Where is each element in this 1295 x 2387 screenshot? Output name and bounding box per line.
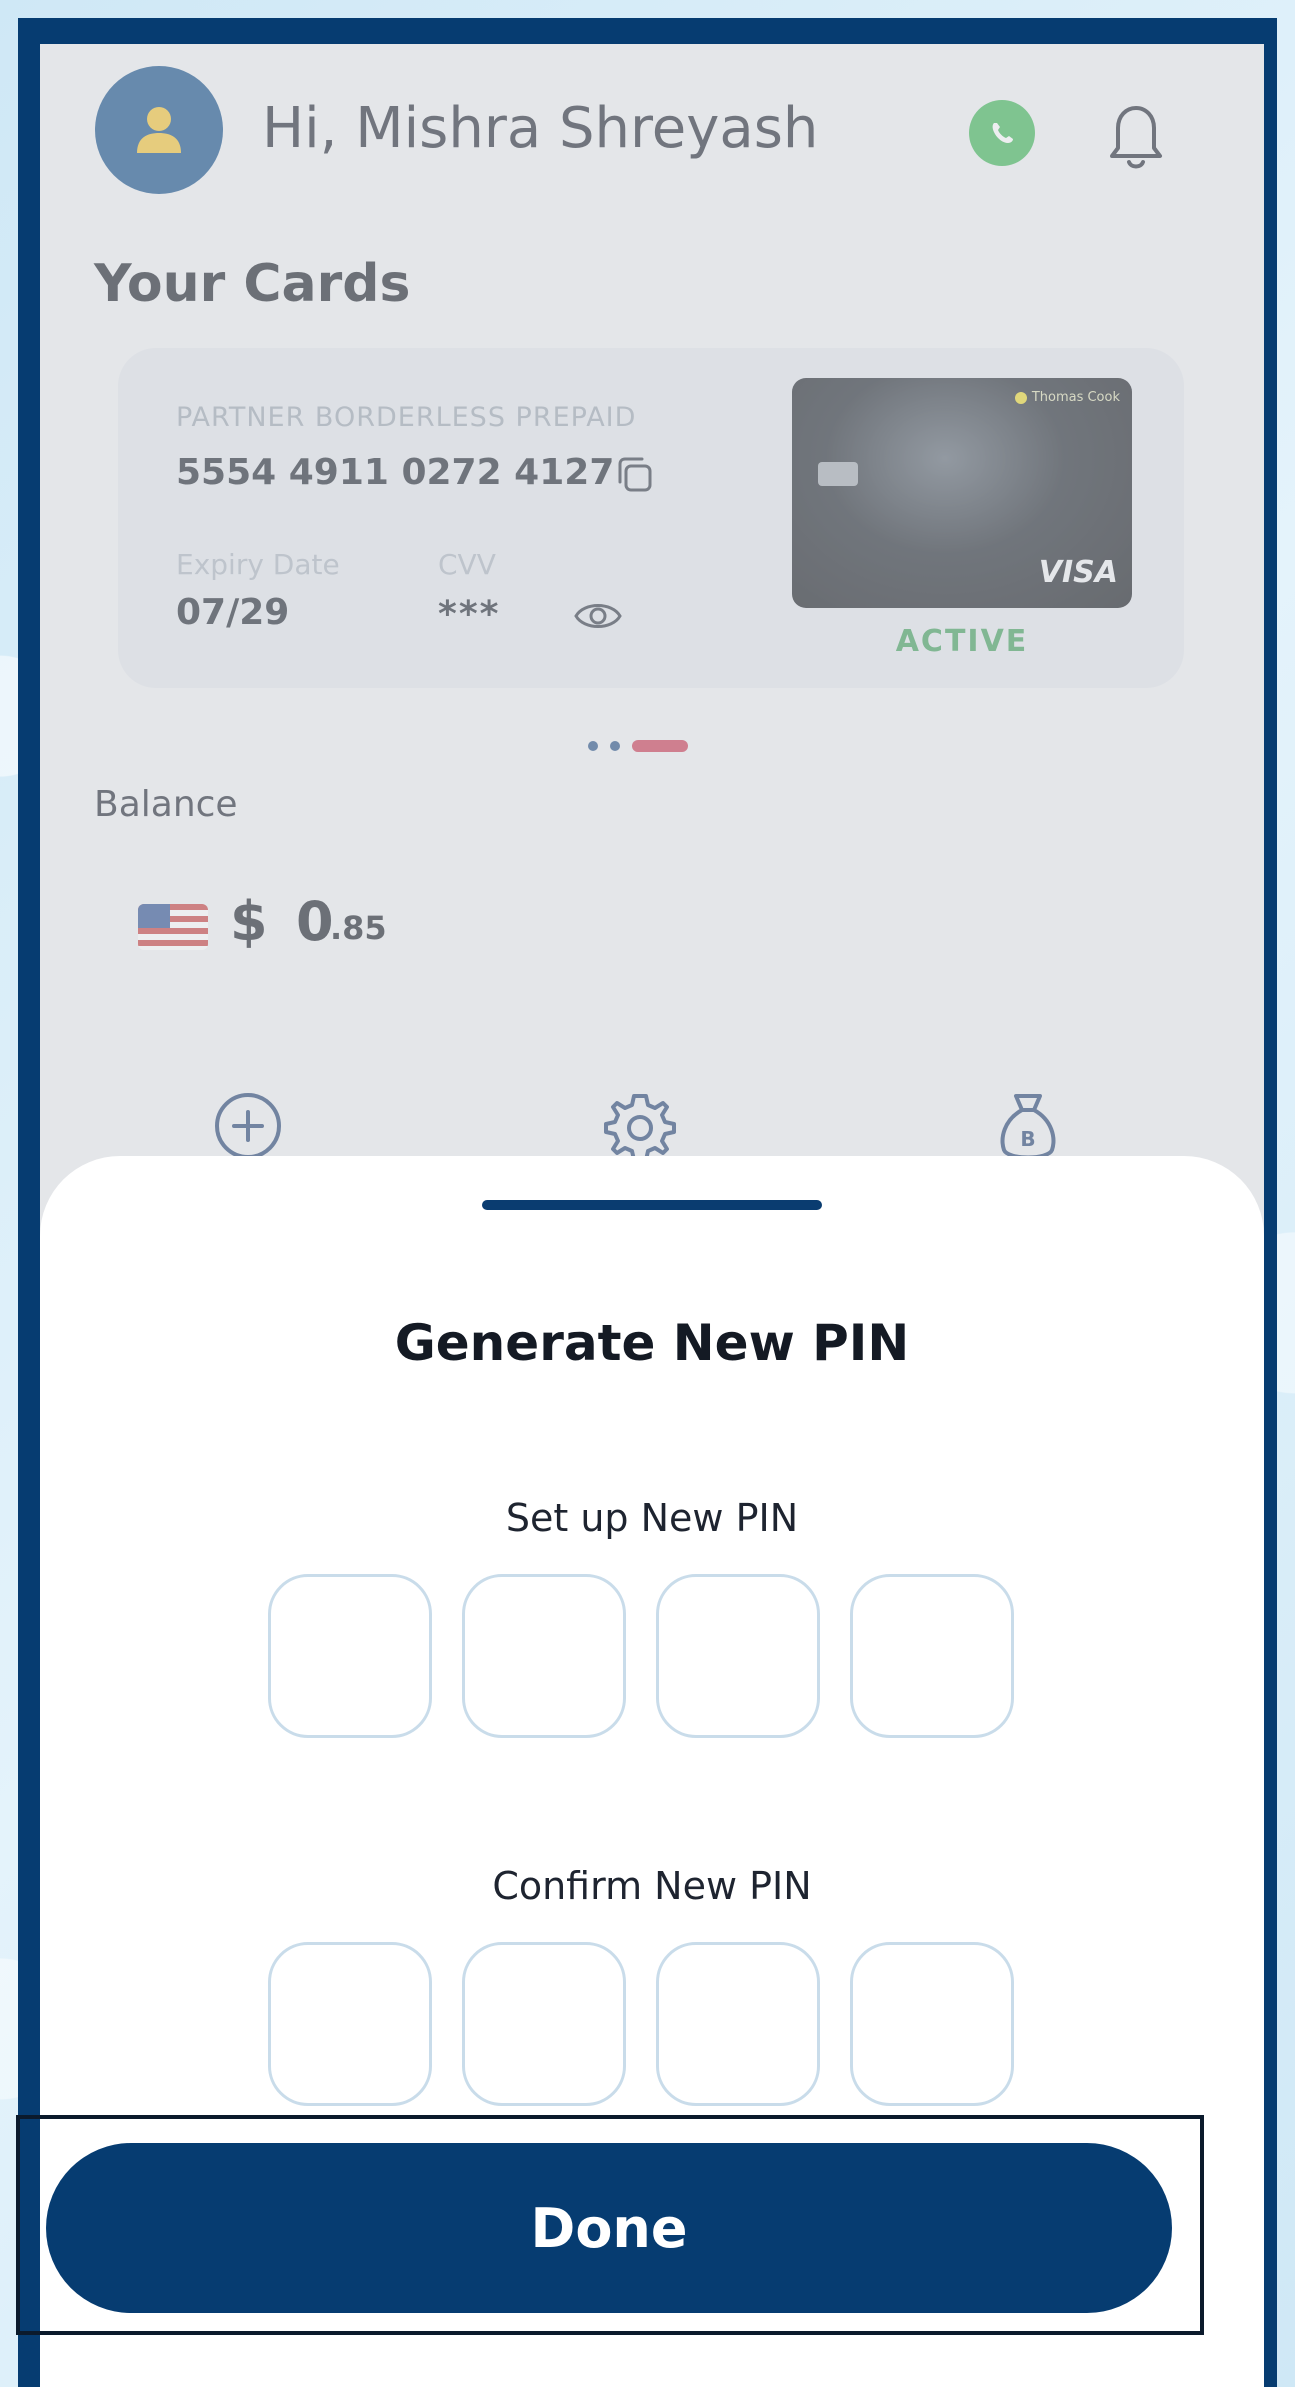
set-pin-digit-2[interactable] xyxy=(462,1574,626,1738)
confirm-pin-label: Confirm New PIN xyxy=(492,1864,812,1908)
sheet-drag-handle[interactable] xyxy=(482,1200,822,1210)
confirm-pin-digit-2[interactable] xyxy=(462,1942,626,2106)
confirm-pin-digit-4[interactable] xyxy=(850,1942,1014,2106)
confirm-pin-inputs xyxy=(268,1942,1014,2106)
set-pin-label: Set up New PIN xyxy=(505,1496,799,1540)
done-button[interactable]: Done xyxy=(46,2143,1172,2313)
set-pin-digit-4[interactable] xyxy=(850,1574,1014,1738)
set-pin-inputs xyxy=(268,1574,1014,1738)
set-pin-digit-3[interactable] xyxy=(656,1574,820,1738)
app-screen: Hi, Mishra Shreyash Your Cards PARTNER B… xyxy=(40,44,1264,2387)
confirm-pin-digit-3[interactable] xyxy=(656,1942,820,2106)
confirm-pin-digit-1[interactable] xyxy=(268,1942,432,2106)
set-pin-digit-1[interactable] xyxy=(268,1574,432,1738)
sheet-title: Generate New PIN xyxy=(394,1314,910,1372)
